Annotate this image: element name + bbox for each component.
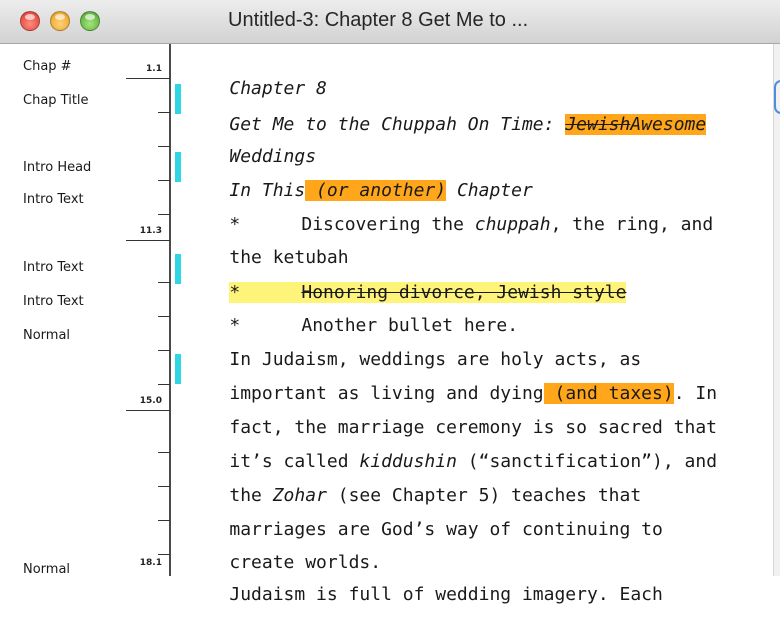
inserted-text: Awesome <box>630 114 707 135</box>
style-label-intro-text[interactable]: Intro Text <box>23 192 84 207</box>
ruler-tick <box>158 384 170 385</box>
tracked-change-insert: JewishAwesome <box>565 114 707 135</box>
ruler-tick <box>158 214 170 215</box>
ruler-tick <box>126 240 170 241</box>
change-bar <box>175 254 181 284</box>
depth-label: 11.3 <box>139 226 162 236</box>
style-name-sidebar: Chap # Chap Title Intro Head Intro Text … <box>0 44 168 577</box>
ruler-tick <box>158 486 170 487</box>
ruler-tick <box>158 554 170 555</box>
zoom-window-icon[interactable] <box>80 11 100 31</box>
window-edge <box>773 44 780 576</box>
close-window-icon[interactable] <box>20 11 40 31</box>
ruler-tick <box>126 78 170 79</box>
ruler-tick <box>158 350 170 351</box>
style-label-normal[interactable]: Normal <box>23 562 70 577</box>
window-titlebar[interactable]: Untitled-3: Chapter 8 Get Me to ... <box>0 0 780 44</box>
minimize-window-icon[interactable] <box>50 11 70 31</box>
ruler-tick <box>158 146 170 147</box>
deleted-text: Jewish <box>565 114 631 135</box>
change-bar <box>175 84 181 114</box>
style-label-intro-text[interactable]: Intro Text <box>23 260 84 275</box>
window-title: Untitled-3: Chapter 8 Get Me to ... <box>228 9 529 31</box>
style-label-chap-number[interactable]: Chap # <box>23 59 72 74</box>
depth-ruler <box>169 44 171 576</box>
paragraph-line[interactable]: Judaism is full of wedding imagery. Each <box>186 556 663 634</box>
style-label-intro-text[interactable]: Intro Text <box>23 294 84 309</box>
depth-label: 15.0 <box>139 396 162 406</box>
ruler-tick <box>158 112 170 113</box>
ruler-tick <box>158 316 170 317</box>
paragraph-text: Judaism is full of wedding imagery. Each <box>229 584 663 605</box>
ruler-tick <box>126 410 170 411</box>
ruler-tick <box>158 282 170 283</box>
change-bar <box>175 152 181 182</box>
depth-label: 1.1 <box>146 64 162 74</box>
ruler-tick <box>158 180 170 181</box>
style-label-chap-title[interactable]: Chap Title <box>23 93 89 108</box>
style-label-intro-head[interactable]: Intro Head <box>23 160 91 175</box>
depth-label: 18.1 <box>139 558 162 568</box>
ruler-tick <box>158 452 170 453</box>
bullet-text-italic: chuppah <box>474 214 551 235</box>
style-label-normal[interactable]: Normal <box>23 328 70 343</box>
change-bar <box>175 354 181 384</box>
bullet-text: , the ring, and <box>550 214 714 235</box>
ruler-tick <box>158 520 170 521</box>
partial-control-edge <box>774 80 780 114</box>
